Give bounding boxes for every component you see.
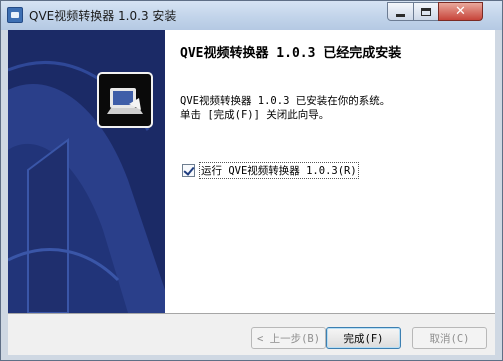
finish-button[interactable]: 完成(F) (326, 327, 401, 349)
installer-window: QVE视频转换器 1.0.3 安装 ✕ QVE视频转换器 1.0.3 已经完成安… (0, 0, 503, 361)
app-icon (7, 7, 23, 23)
run-app-option[interactable]: 运行 QVE视频转换器 1.0.3(R) (182, 162, 359, 179)
maximize-icon (421, 7, 431, 16)
completion-description: QVE视频转换器 1.0.3 已安装在你的系统。 单击 [完成(F)] 关闭此向… (180, 94, 390, 122)
maximize-button[interactable] (413, 2, 439, 21)
window-title: QVE视频转换器 1.0.3 安装 (29, 9, 177, 23)
computer-box-icon (107, 88, 143, 114)
close-icon: ✕ (455, 4, 466, 19)
back-button[interactable]: < 上一步(B) (251, 327, 326, 349)
description-line-1: QVE视频转换器 1.0.3 已安装在你的系统。 (180, 95, 391, 107)
button-bar: < 上一步(B) 完成(F) 取消(C) (8, 313, 495, 355)
close-button[interactable]: ✕ (438, 2, 483, 21)
installer-logo (97, 72, 153, 128)
title-bar[interactable]: QVE视频转换器 1.0.3 安装 ✕ (1, 1, 502, 30)
wizard-sidebar-image (8, 30, 165, 313)
minimize-icon (396, 13, 405, 17)
minimize-button[interactable] (387, 2, 414, 21)
wizard-content-panel: QVE视频转换器 1.0.3 已经完成安装 QVE视频转换器 1.0.3 已安装… (165, 30, 495, 313)
run-app-label[interactable]: 运行 QVE视频转换器 1.0.3(R) (199, 162, 359, 179)
page-title: QVE视频转换器 1.0.3 已经完成安装 (180, 46, 402, 61)
run-app-checkbox[interactable] (182, 164, 195, 177)
cancel-button[interactable]: 取消(C) (412, 327, 487, 349)
description-line-2: 单击 [完成(F)] 关闭此向导。 (180, 109, 330, 121)
